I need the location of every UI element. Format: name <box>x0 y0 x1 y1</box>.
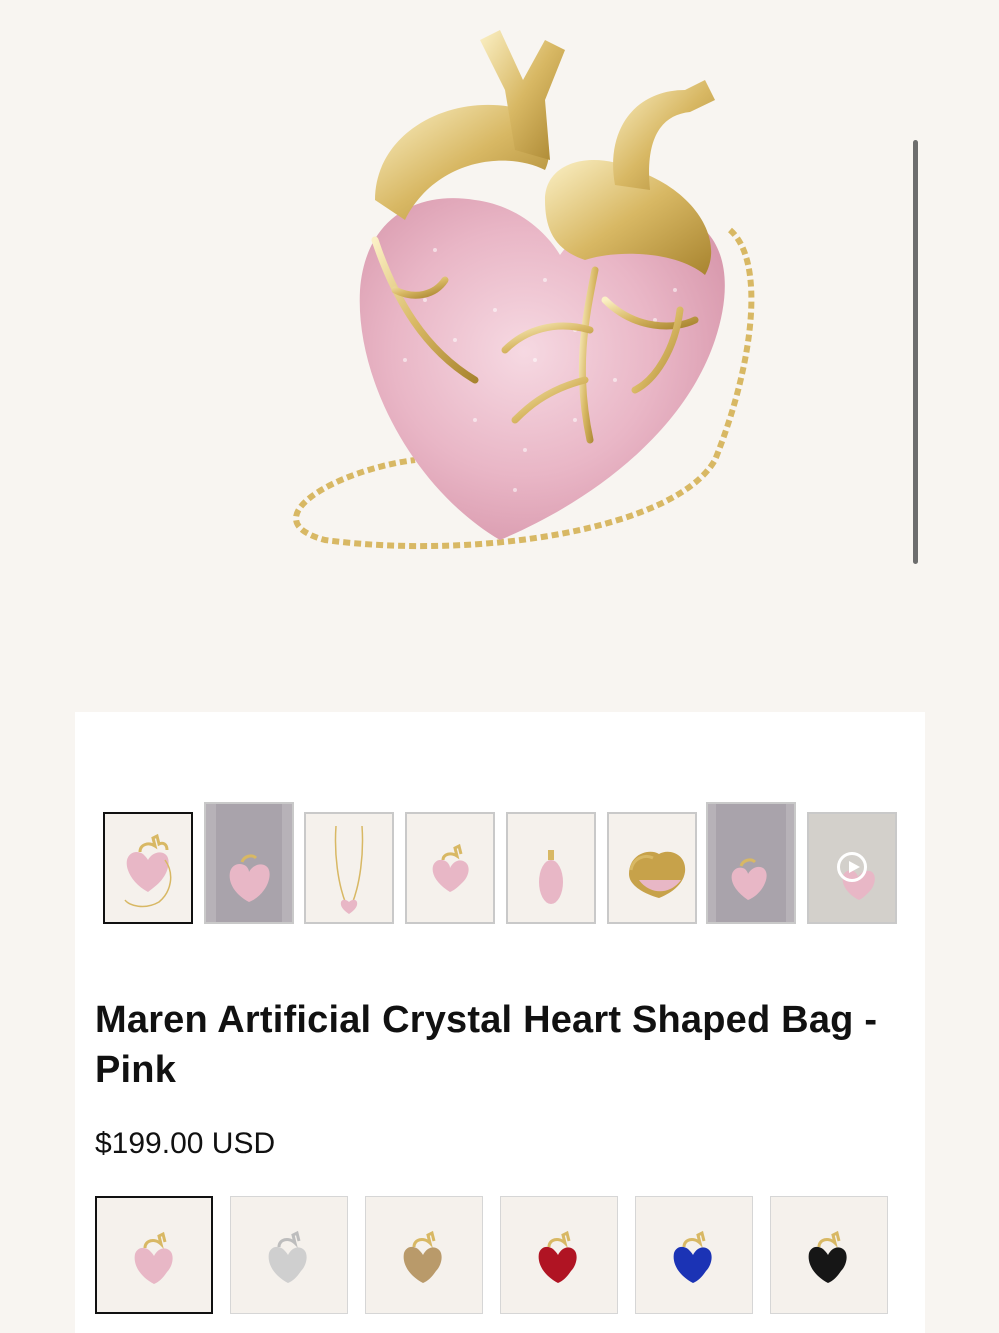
swatch-silver[interactable] <box>230 1196 348 1314</box>
thumbnail-model-dress[interactable] <box>204 802 294 924</box>
swatch-pink[interactable] <box>95 1196 213 1314</box>
thumbnail-model-dress-2[interactable] <box>706 802 796 924</box>
scrollbar[interactable] <box>913 140 918 564</box>
thumbnail-heart-side[interactable] <box>506 812 596 924</box>
swatch-gold[interactable] <box>365 1196 483 1314</box>
product-title: Maren Artificial Crystal Heart Shaped Ba… <box>95 999 878 1091</box>
thumbnail-gallery <box>103 802 903 927</box>
thumbnail-heart-front-small[interactable] <box>405 812 495 924</box>
product-main-image[interactable] <box>75 0 925 712</box>
thumbnail-heart-open-interior[interactable] <box>607 812 697 924</box>
swatch-black[interactable] <box>770 1196 888 1314</box>
color-swatches <box>95 1196 895 1316</box>
product-info-card: Maren Artificial Crystal Heart Shaped Ba… <box>75 712 925 1333</box>
product-price: $199.00 USD <box>95 1127 276 1160</box>
swatch-blue[interactable] <box>635 1196 753 1314</box>
heart-bag-image <box>293 30 755 550</box>
thumbnail-heart-bag-front[interactable] <box>103 812 193 924</box>
thumbnail-bag-full-chain[interactable] <box>304 812 394 924</box>
play-icon[interactable] <box>837 852 867 882</box>
thumbnail-video[interactable] <box>807 812 897 924</box>
swatch-red[interactable] <box>500 1196 618 1314</box>
